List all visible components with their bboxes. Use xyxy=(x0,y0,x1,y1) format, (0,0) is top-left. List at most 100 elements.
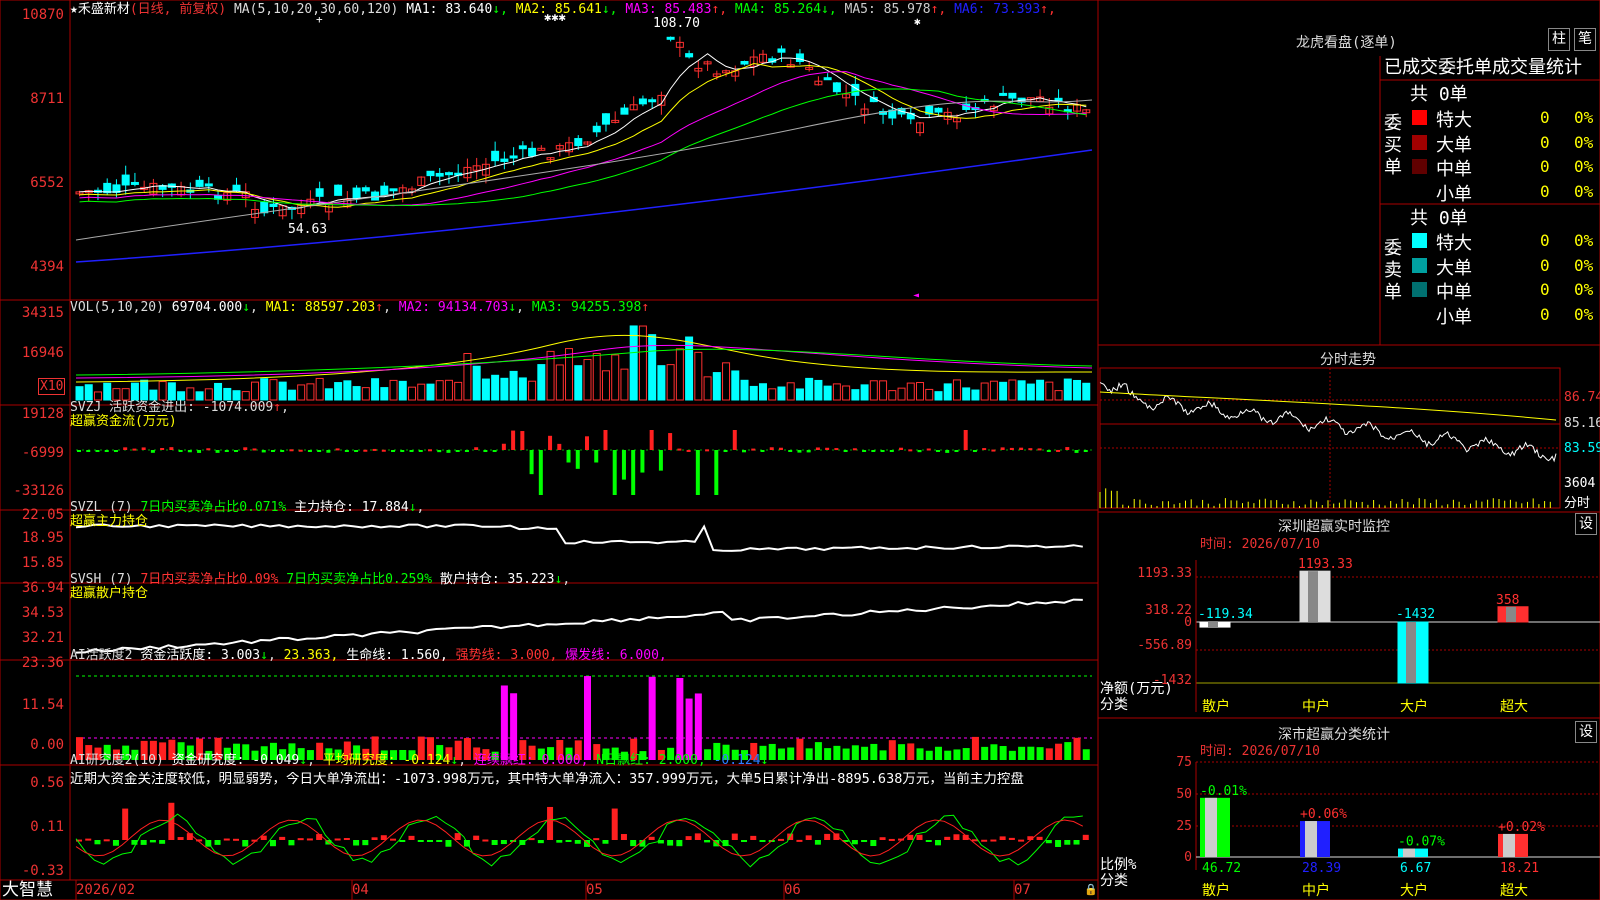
svsh-header: SVSH (7) 7日内买卖净占比0.09% 7日内买卖净占比0.259% 散户… xyxy=(70,572,571,587)
fund-flow-bar xyxy=(594,450,599,463)
fund-flow-bar xyxy=(548,435,553,450)
research-bar xyxy=(851,840,858,845)
volume-bar xyxy=(361,387,370,401)
marker-star: ✱ xyxy=(914,15,921,28)
favorite-star-icon[interactable]: ★ xyxy=(70,2,78,17)
order-size-label: 特大 xyxy=(1436,233,1472,254)
lock-icon[interactable]: 🔒 xyxy=(1084,882,1098,897)
ma6-line xyxy=(75,149,1093,263)
fund-flow-bar xyxy=(825,447,830,450)
activity-bar xyxy=(500,685,508,760)
sz-class-settings-button[interactable]: 设 xyxy=(1575,721,1597,743)
volume-bar xyxy=(398,380,407,401)
activity-bar xyxy=(1064,742,1072,760)
svzl-header: SVZL (7) 7日内买卖净占比0.071% 主力持仓: 17.884↓, xyxy=(70,500,425,515)
research-bar xyxy=(159,840,166,844)
ai-active-axis-label: 0.00 xyxy=(30,737,64,753)
vol-unit-badge[interactable]: X10 xyxy=(38,378,66,395)
candlestick xyxy=(435,172,444,177)
fund-flow-bar xyxy=(954,450,959,452)
volume-bar xyxy=(851,389,860,401)
order-count: 0 xyxy=(1540,280,1550,299)
order-pct: 0% xyxy=(1574,280,1594,299)
research-bar xyxy=(870,840,877,847)
fund-flow-bar xyxy=(880,450,885,452)
research-bar xyxy=(500,840,507,845)
class-change: +0.06% xyxy=(1300,807,1347,822)
fund-flow-bar xyxy=(1083,450,1088,452)
svzj-axis-label: 19128 xyxy=(21,406,64,422)
svzl-axis-label: 15.85 xyxy=(21,555,64,571)
volume-bar xyxy=(426,383,435,401)
research-bar xyxy=(149,840,156,843)
sz-monitor-settings-button[interactable]: 设 xyxy=(1575,513,1597,535)
candlestick xyxy=(832,82,841,93)
research-bar xyxy=(122,808,129,840)
fund-flow-bar xyxy=(335,448,340,451)
retail-holding-line xyxy=(75,598,1083,654)
volume-bar xyxy=(186,387,195,401)
svzj-axis-label: -33126 xyxy=(13,483,64,499)
class-axis-label: 50 xyxy=(1176,787,1192,802)
volume-bar xyxy=(694,351,703,401)
research-bar xyxy=(916,834,923,840)
class-category: 超大 xyxy=(1500,883,1528,899)
fund-flow-bar xyxy=(77,450,81,452)
activity-bar xyxy=(990,744,998,760)
activity-bar xyxy=(510,693,518,760)
ma-arrow: ↓, xyxy=(601,2,626,17)
volume-bar xyxy=(371,378,380,401)
research-bar xyxy=(223,838,230,841)
research-bar xyxy=(537,840,544,844)
volume-bar xyxy=(740,379,749,401)
research-bar xyxy=(417,840,424,842)
main-holding-line xyxy=(75,523,1083,552)
svsh-subtitle: 超赢散户持仓 xyxy=(70,586,149,601)
fund-flow-bar xyxy=(972,450,977,452)
volume-bar xyxy=(214,382,223,401)
fund-flow-bar xyxy=(224,450,229,452)
fund-flow-bar xyxy=(113,450,118,452)
candlestick xyxy=(361,187,370,192)
research-bar xyxy=(667,840,674,846)
fund-flow-bar xyxy=(123,447,128,450)
volume-bar xyxy=(712,372,721,401)
fund-flow-bar xyxy=(270,450,275,452)
research-bar xyxy=(648,836,655,840)
volume-bar xyxy=(823,385,832,401)
bar-mode-button[interactable]: 柱 xyxy=(1548,28,1570,51)
order-size-swatch xyxy=(1412,183,1427,199)
volume-bar xyxy=(518,377,527,401)
research-bar xyxy=(85,838,92,841)
activity-bar xyxy=(879,750,887,760)
research-bar xyxy=(371,837,378,840)
volume-bar xyxy=(648,334,657,401)
fund-flow-bar xyxy=(991,449,996,452)
volume-bar xyxy=(84,384,93,401)
class-axis-label: 25 xyxy=(1176,819,1192,834)
volume-bar xyxy=(842,385,851,401)
activity-bar xyxy=(1055,743,1063,760)
volume-bar xyxy=(685,336,694,401)
buy-orders-label: 委买单 xyxy=(1384,113,1402,178)
date-tick: 04 xyxy=(352,882,369,898)
fund-flow-bar xyxy=(945,450,950,453)
fund-flow-bar xyxy=(631,450,636,495)
activity-bar xyxy=(934,746,942,760)
research-bar xyxy=(741,840,748,842)
research-bar xyxy=(593,838,600,841)
class-bar-shade xyxy=(1403,848,1415,857)
order-pct: 0% xyxy=(1574,304,1594,324)
research-bar xyxy=(602,840,609,844)
order-size-label: 特大 xyxy=(1436,110,1472,131)
candlestick xyxy=(334,184,343,196)
tick-mode-button[interactable]: 笔 xyxy=(1574,28,1596,51)
fund-flow-bar xyxy=(252,448,257,451)
fund-flow-bar xyxy=(215,450,220,453)
order-size-label: 中单 xyxy=(1436,159,1472,180)
fund-flow-bar xyxy=(169,447,174,450)
fund-flow-bar xyxy=(261,450,266,453)
monitor-axis-label: -556.89 xyxy=(1137,638,1192,653)
volume-bar xyxy=(722,362,731,401)
chart-mode: (日线, 前复权) xyxy=(129,2,227,17)
